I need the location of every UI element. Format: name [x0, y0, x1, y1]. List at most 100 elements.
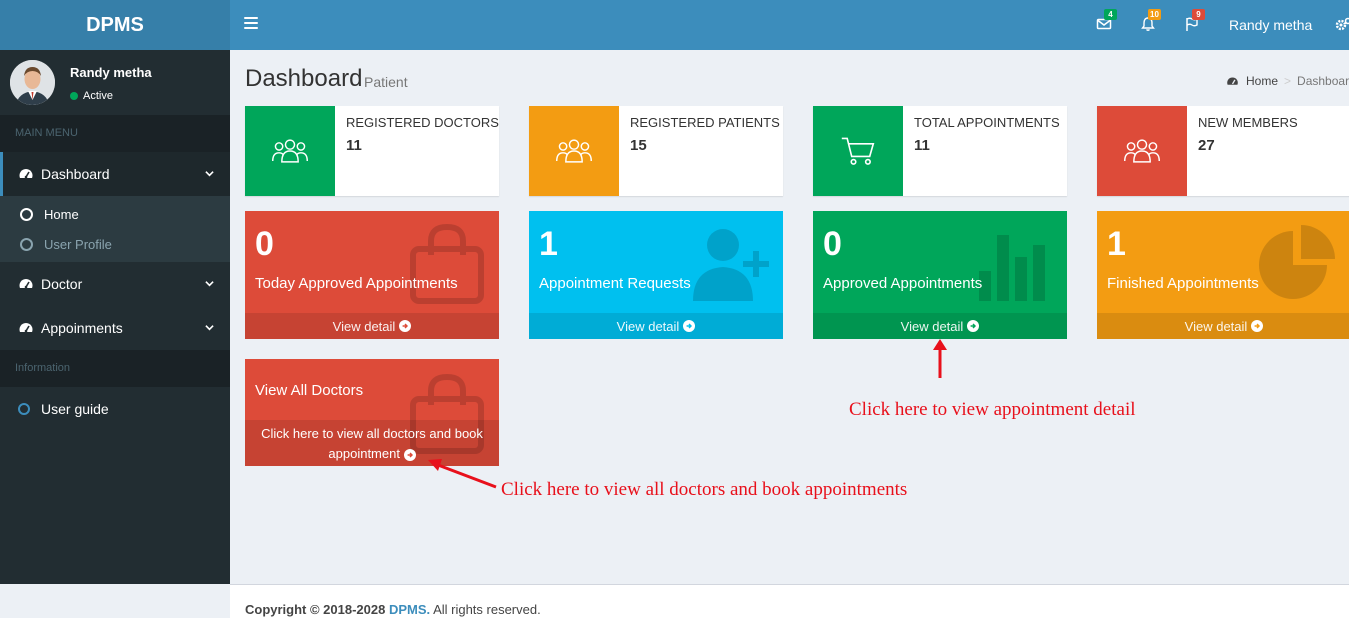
info-box-value: 27	[1198, 137, 1215, 154]
view-detail-label: View detail	[616, 318, 680, 334]
view-all-doctors-title: View All Doctors	[255, 382, 364, 399]
chevron-down-icon	[205, 325, 214, 331]
small-box-label: Approved Appointments	[823, 275, 983, 292]
tasks-count-badge: 9	[1192, 9, 1205, 20]
arrow-circle-right-icon	[683, 320, 696, 332]
dashboard-gauge-icon	[1227, 76, 1238, 85]
breadcrumb-current: Dashboard	[1297, 74, 1349, 88]
information-header: Information	[0, 350, 230, 387]
arrow-circle-right-icon	[399, 320, 412, 332]
small-box-value: 1	[539, 225, 558, 263]
tasks-flag-icon[interactable]: 9	[1184, 9, 1205, 36]
dashboard-gauge-icon	[19, 279, 33, 289]
users-icon	[245, 106, 335, 196]
sidebar-item-label: User Profile	[44, 236, 112, 252]
user-status: Active	[70, 90, 113, 102]
info-box-label: TOTAL APPOINTMENTS	[914, 115, 1060, 130]
main-menu-header: MAIN MENU	[0, 115, 230, 152]
sidebar-toggle-icon[interactable]	[244, 17, 258, 31]
footer-brand-link[interactable]: DPMS.	[389, 602, 430, 617]
annotation-doctors: Click here to view all doctors and book …	[501, 479, 908, 500]
small-box-today-approved: 0 Today Approved Appointments View detai…	[245, 211, 499, 339]
info-box-value: 15	[630, 137, 647, 154]
gears-icon[interactable]	[1334, 16, 1349, 34]
user-status-label: Active	[83, 90, 113, 102]
users-icon	[1097, 106, 1187, 196]
view-detail-label: View detail	[1184, 318, 1248, 334]
circle-icon	[20, 237, 33, 251]
small-box-finished-appointments: 1 Finished Appointments View detail	[1097, 211, 1349, 339]
chevron-down-icon	[205, 171, 214, 177]
annotation-appointment-detail: Click here to view appointment detail	[849, 399, 1136, 420]
view-detail-label: View detail	[900, 318, 964, 334]
pie-chart-icon	[1259, 225, 1335, 299]
cart-icon	[813, 106, 903, 196]
arrow-circle-right-icon	[967, 320, 980, 332]
sidebar-item-label: Appoinments	[41, 320, 123, 336]
info-box-value: 11	[914, 137, 930, 154]
chevron-down-icon	[205, 281, 214, 287]
small-box-label: Finished Appointments	[1107, 275, 1259, 292]
small-box-value: 0	[823, 225, 842, 263]
sidebar-item-dashboard[interactable]: Dashboard	[0, 152, 230, 196]
sidebar-item-appointments[interactable]: Appoinments	[0, 306, 230, 350]
user-panel: Randy metha Active	[0, 50, 230, 115]
sidebar-item-user-guide[interactable]: User guide	[0, 387, 230, 431]
messages-envelope-icon[interactable]: 4	[1096, 9, 1117, 36]
sidebar: Randy metha Active MAIN MENU Dashboard H…	[0, 50, 230, 584]
dashboard-gauge-icon	[19, 169, 33, 179]
view-detail-link[interactable]: View detail	[1097, 313, 1349, 339]
info-box-label: REGISTERED DOCTORS	[346, 115, 499, 130]
sidebar-item-label: Dashboard	[41, 166, 110, 182]
small-box-label: Appointment Requests	[539, 275, 691, 292]
page-title: Dashboard	[245, 65, 363, 92]
sidebar-item-label: User guide	[41, 401, 109, 417]
breadcrumb-home-link[interactable]: Home	[1246, 74, 1278, 88]
notifications-bell-icon[interactable]: 10	[1140, 9, 1161, 36]
page-subtitle: Patient	[364, 74, 408, 90]
view-detail-link[interactable]: View detail	[529, 313, 783, 339]
online-status-dot-icon	[70, 92, 78, 100]
messages-count-badge: 4	[1104, 9, 1117, 20]
info-box-label: REGISTERED PATIENTS	[630, 115, 780, 130]
small-box-label: Today Approved Appointments	[255, 275, 458, 292]
notifications-count-badge: 10	[1148, 9, 1161, 20]
annotation-arrow-left-icon	[428, 459, 497, 489]
app-logo[interactable]: DPMS	[0, 0, 230, 50]
breadcrumb: Home > Dashboard	[1226, 74, 1349, 88]
view-detail-link[interactable]: View detail	[813, 313, 1067, 339]
sidebar-item-home[interactable]: Home	[0, 199, 230, 229]
users-icon	[529, 106, 619, 196]
view-detail-label: View detail	[332, 318, 396, 334]
sidebar-item-label: Doctor	[41, 276, 83, 292]
bar-chart-icon	[979, 235, 1045, 301]
small-box-appointment-requests: 1 Appointment Requests View detail	[529, 211, 783, 339]
arrow-circle-right-icon	[403, 449, 416, 461]
footer-copyright: Copyright © 2018-2028	[245, 602, 386, 617]
circle-icon	[18, 403, 30, 415]
sidebar-user-name: Randy metha	[70, 65, 152, 80]
top-navbar: 4 10 9 Randy metha	[230, 0, 1349, 50]
bag-icon	[410, 223, 484, 304]
small-box-value: 1	[1107, 225, 1126, 263]
avatar	[10, 60, 55, 105]
info-box-value: 11	[346, 137, 362, 154]
dashboard-gauge-icon	[19, 323, 33, 333]
sidebar-item-doctor[interactable]: Doctor	[0, 262, 230, 306]
circle-icon	[20, 207, 33, 221]
sidebar-item-label: Home	[44, 206, 79, 222]
small-box-approved-appointments: 0 Approved Appointments View detail	[813, 211, 1067, 339]
user-menu[interactable]: Randy metha	[1229, 17, 1312, 33]
annotation-arrow-up-icon	[933, 339, 947, 378]
arrow-circle-right-icon	[1251, 320, 1264, 332]
breadcrumb-separator: >	[1284, 74, 1292, 88]
sidebar-item-user-profile[interactable]: User Profile	[0, 229, 230, 259]
view-detail-link[interactable]: View detail	[245, 313, 499, 339]
info-box-total-appointments: TOTAL APPOINTMENTS 11	[813, 106, 1067, 196]
info-box-registered-patients: REGISTERED PATIENTS 15	[529, 106, 783, 196]
info-box-label: NEW MEMBERS	[1198, 115, 1298, 130]
page-footer: Copyright © 2018-2028 DPMS. All rights r…	[230, 584, 1349, 618]
info-box-new-members: NEW MEMBERS 27	[1097, 106, 1349, 196]
small-box-value: 0	[255, 225, 274, 263]
user-plus-icon	[693, 229, 769, 301]
